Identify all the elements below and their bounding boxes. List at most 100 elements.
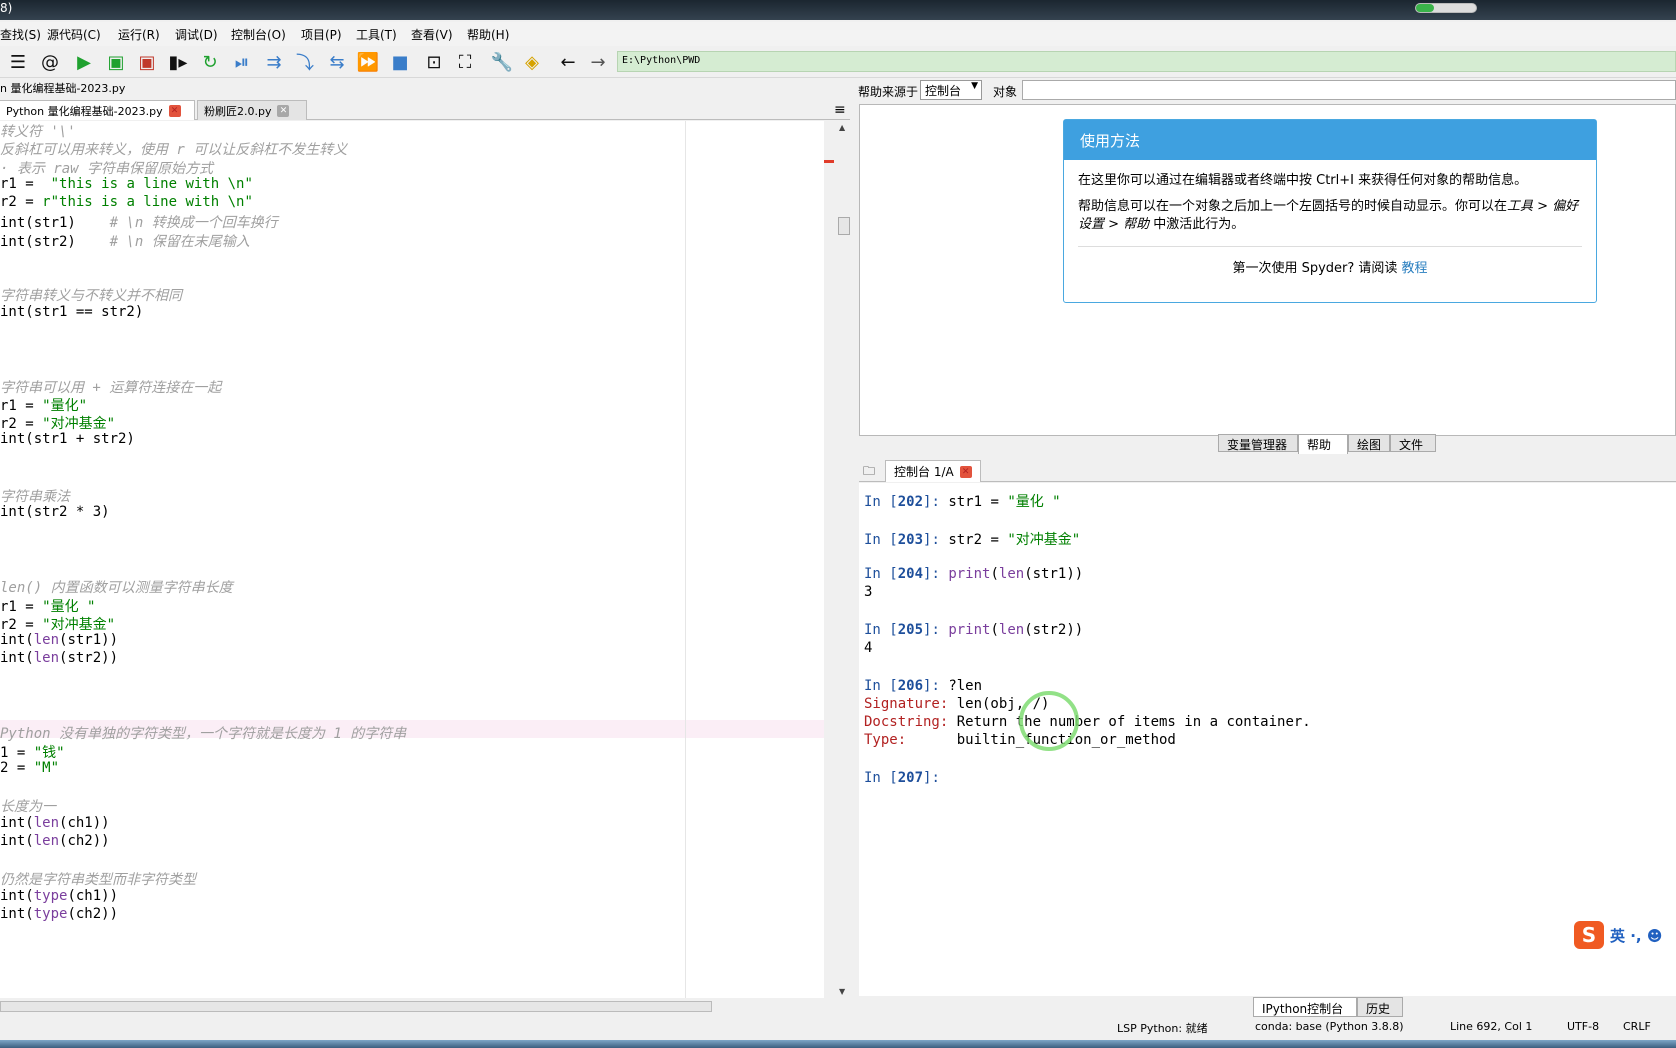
console-input-line: In [203]: str2 = "对冲基金" [864,529,1080,548]
folder-icon[interactable]: 🗀 [863,462,875,483]
code-line: 字符串可以用 + 运算符连接在一起 [0,377,221,396]
encoding-status: UTF-8 [1567,1020,1600,1033]
menu-debug[interactable]: 调试(D) [175,26,218,43]
tutorial-link[interactable]: 教程 [1402,261,1428,276]
code-editor[interactable]: 转义符 '\' 反斜杠可以用来转义，使用 r 可以让反斜杠不发生转义 · 表示 ra… [0,121,824,1000]
divider [1078,246,1582,247]
tab-variable-explorer[interactable]: 变量管理器 [1218,434,1298,452]
code-line: int(len(ch1)) [0,815,110,834]
info-key: Type: [864,732,957,749]
code-line: int(len(str1)) [0,632,118,651]
code-line: r2 = "对冲基金" [0,413,115,432]
run-cell-icon[interactable]: ▣ [104,50,128,74]
menu-search[interactable]: 查找(S) [0,26,41,43]
menu-view[interactable]: 查看(V) [411,26,453,43]
console-prompt: In [206]: [864,677,949,694]
debug-icon[interactable]: ⏯ [230,50,254,74]
usage-text: 帮助信息可以在一个对象之后加上一个左圆括号的时候自动显示。你可以在 [1078,199,1508,214]
close-icon[interactable]: ✕ [277,104,290,117]
back-icon[interactable]: ← [556,50,580,74]
help-pane: 使用方法 在这里你可以通过在编辑器或者终端中按 Ctrl+I 来获得任何对象的帮… [859,104,1676,436]
code-text: r1 = [0,598,43,615]
usage-paragraph-2: 帮助信息可以在一个对象之后加上一个左圆括号的时候自动显示。你可以在工具 > 偏好… [1064,198,1596,234]
progress-fill [1416,4,1434,12]
code-text: ( [990,566,999,582]
menu-help[interactable]: 帮助(H) [467,26,509,43]
editor-vertical-scrollbar[interactable]: ▲ ▼ [836,121,852,1000]
tab-files[interactable]: 文件 [1390,434,1436,452]
menu-console[interactable]: 控制台(O) [231,26,286,43]
rerun-icon[interactable]: ↻ [198,50,222,74]
scroll-down-icon[interactable]: ▼ [839,987,845,996]
run-selection-icon[interactable]: ▮▸ [166,50,190,74]
menu-run[interactable]: 运行(R) [118,26,160,43]
run-cell-advance-icon[interactable]: ▣ [135,50,159,74]
ime-toolbar[interactable]: S 英 ·, ☻ [1574,921,1676,951]
close-icon[interactable]: ✕ [959,465,972,478]
console-info-line: Type: builtin_function_or_method [864,732,1176,751]
console-tab[interactable]: 控制台 1/A ✕ [885,460,981,482]
preferences-icon[interactable]: 🔧 [490,50,514,74]
code-string: "对冲基金" [42,616,116,633]
code-line: int(str1 == str2) [0,304,143,323]
editor-tab-active[interactable]: Python 量化编程基础-2023.py ✕ [0,100,195,120]
help-source-select[interactable]: 控制台 ▼ [920,80,982,100]
at-icon[interactable]: @ [38,50,62,74]
tab-history[interactable]: 历史 [1357,997,1403,1017]
editor-tab[interactable]: 粉刷匠2.0.py ✕ [197,100,307,120]
list-icon[interactable]: ☰ [6,50,30,74]
continue-icon[interactable]: ⏩ [356,50,380,74]
run-icon[interactable]: ▶ [72,50,96,74]
editor-horizontal-scrollbar[interactable] [0,998,836,1015]
step-return-icon[interactable]: ⇆ [325,50,349,74]
stop-icon[interactable]: ■ [388,50,412,74]
ipython-console[interactable]: In [202]: str1 = "量化 " In [203]: str2 = "… [859,483,1676,996]
code-line: len() 内置函数可以测量字符串长度 [0,577,233,596]
tab-plots[interactable]: 绘图 [1348,434,1390,452]
maximize-pane-icon[interactable]: ⊡ [422,50,446,74]
scrollbar-thumb[interactable] [838,217,850,235]
scrollbar-thumb[interactable] [0,1001,712,1012]
code-string: "this is a line with \n" [42,175,253,192]
code-line: int(str1 + str2) [0,431,135,450]
code-line: r1 = "量化 " [0,596,95,615]
close-icon[interactable]: ✕ [168,104,181,117]
code-text: (ch1)) [59,814,110,831]
code-text: int(str1 == str2) [0,303,144,320]
menu-source[interactable]: 源代码(C) [47,26,101,43]
code-text: str2 = [948,531,1008,548]
console-tab-label: 控制台 1/A [894,465,954,479]
window-title: 8) [0,1,13,15]
code-line: int(len(str2)) [0,650,118,669]
code-builtin: type [33,887,68,904]
code-builtin: print [948,621,991,638]
console-input-line: In [206]: ?len [864,678,982,697]
object-input[interactable] [1022,80,1676,100]
tab-ipython-console[interactable]: IPython控制台 [1253,997,1357,1017]
code-text: r1 = [0,175,43,192]
progress-bar [1415,3,1477,13]
code-line: Python 没有单独的字符类型，一个字符就是长度为 1 的字符串 [0,723,406,742]
info-key: Signature: [864,695,957,712]
code-line: 反斜杠可以用来转义，使用 r 可以让反斜杠不发生转义 [0,139,347,158]
conda-status: conda: base (Python 3.8.8) [1255,1020,1404,1033]
console-prompt: In [207]: [864,769,949,786]
options-menu-icon[interactable]: ≡ [834,102,846,118]
scroll-up-icon[interactable]: ▲ [839,123,845,132]
menu-project[interactable]: 项目(P) [301,26,342,43]
working-directory-field[interactable]: E:\Python\PWD [617,51,1676,72]
code-builtin: len [33,814,60,831]
warning-marker [824,160,834,163]
info-key: Docstring: [864,714,957,730]
code-line: 1 = "钱" [0,742,65,761]
tab-help[interactable]: 帮助 [1298,434,1348,454]
code-builtin: print [948,566,991,582]
menu-tools[interactable]: 工具(T) [356,26,397,43]
step-into-icon[interactable]: ⤵ [293,50,317,74]
step-icon[interactable]: ⇉ [262,50,286,74]
code-comment: 字符串转义与不转义并不相同 [0,288,182,305]
fullscreen-icon[interactable]: ⛶ [453,50,477,74]
python-path-icon[interactable]: ◈ [520,50,544,74]
forward-icon[interactable]: → [586,50,610,74]
code-line: 2 = "M" [0,760,59,779]
